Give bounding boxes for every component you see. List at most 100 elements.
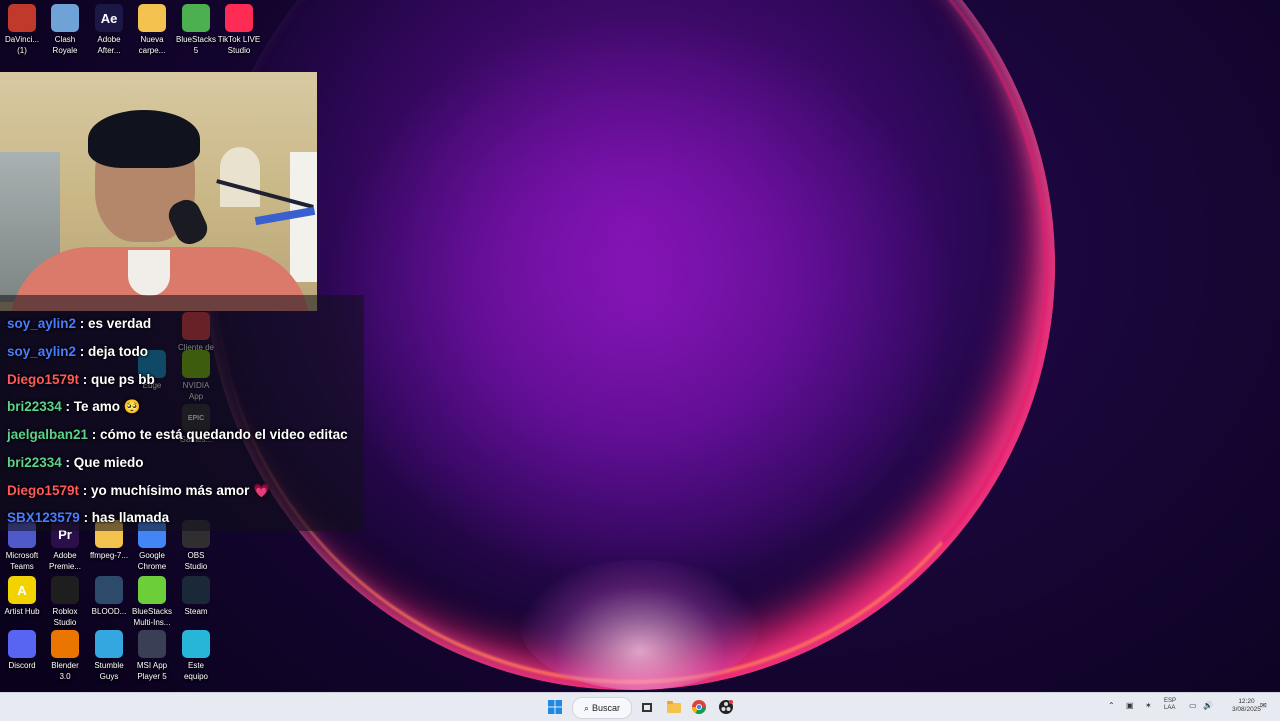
desktop-icon-label: DaVinci... (1)	[4, 35, 40, 55]
task-view-icon	[642, 702, 652, 712]
chat-text: : yo muchísimo más amor	[79, 483, 254, 498]
desktop-icon-label: Discord	[8, 661, 36, 670]
tray-notification-icon[interactable]: ✉	[1260, 701, 1267, 710]
desktop-icon[interactable]: DaVinci... (1)	[0, 4, 44, 56]
desktop-icon-label: TikTok LIVE Studio	[217, 35, 261, 55]
live-chat-overlay: soy_aylin2 : es verdad soy_aylin2 : deja…	[0, 295, 364, 531]
desktop-icon-label: Microsoft Teams	[5, 551, 39, 571]
stumble-guys-icon	[95, 630, 123, 658]
chat-username: soy_aylin2	[7, 316, 77, 331]
chat-text: : Que miedo	[61, 455, 144, 470]
bluestacks-icon	[182, 4, 210, 32]
chat-username: bri22334	[7, 399, 62, 414]
roblox-icon	[51, 576, 79, 604]
desktop-icon-label: Stumble Guys	[94, 661, 124, 681]
taskbar-clock[interactable]: 12:20 3/08/2025	[1232, 698, 1261, 714]
chat-message: jaelgalban21 : cómo te está quedando el …	[7, 427, 348, 442]
desktop-icon-label: BlueStacks 5	[175, 35, 217, 55]
chat-message: SBX123579 : has llamada	[7, 510, 169, 525]
desktop-icon[interactable]: A Artist Hub	[0, 576, 44, 617]
desktop-icon[interactable]: Roblox Studio	[43, 576, 87, 628]
chat-message: soy_aylin2 : es verdad	[7, 316, 151, 331]
artist-hub-icon: A	[8, 576, 36, 604]
blender-icon	[51, 630, 79, 658]
this-pc-icon	[182, 630, 210, 658]
folder-icon	[138, 4, 166, 32]
webcam-background-lamp	[220, 147, 260, 207]
taskbar-search-button[interactable]: ⌕ Buscar	[572, 697, 632, 719]
webcam-person-shirt	[128, 250, 170, 296]
desktop-icon-label: Google Chrome	[137, 551, 167, 571]
taskbar-chrome[interactable]	[691, 698, 707, 716]
chat-message: bri22334 : Que miedo	[7, 455, 144, 470]
desktop-icon[interactable]: Steam	[174, 576, 218, 617]
desktop-icon[interactable]: BlueStacks Multi-Ins...	[130, 576, 174, 628]
chat-message: bri22334 : Te amo 🥺	[7, 399, 141, 415]
desktop-icon[interactable]: Stumble Guys	[87, 630, 131, 682]
tray-language[interactable]: ESP LAA	[1164, 698, 1176, 712]
blood-game-icon	[95, 576, 123, 604]
davinci-icon	[8, 4, 36, 32]
desktop-icon-label: Clash Royale	[52, 35, 78, 55]
taskbar-file-explorer[interactable]	[666, 698, 682, 716]
chat-message: soy_aylin2 : deja todo	[7, 344, 148, 359]
start-button[interactable]	[546, 698, 564, 716]
tiktok-live-icon	[225, 4, 253, 32]
desktop-icon[interactable]: Discord	[0, 630, 44, 671]
chat-text: : es verdad	[76, 316, 152, 331]
chrome-icon	[692, 700, 706, 714]
chat-text: : que ps bb	[79, 372, 155, 387]
desktop-icon-label: Adobe After...	[97, 35, 121, 55]
tray-volume-icon[interactable]: 🔊	[1203, 701, 1213, 710]
taskbar: ⌕ Buscar ⌃ ▣ ✶ ESP LAA ▭ 🔊 12:20 3/08/20…	[0, 692, 1280, 721]
tray-bluetooth-icon[interactable]: ✶	[1145, 701, 1152, 710]
desktop-icon-label: Blender 3.0	[51, 661, 79, 681]
search-icon: ⌕	[583, 702, 590, 713]
tray-display-icon[interactable]: ▭	[1189, 701, 1197, 710]
chat-text: : Te amo 🥺	[61, 399, 141, 414]
wallpaper-glow	[520, 560, 760, 690]
webcam-person-hair	[88, 110, 200, 168]
desktop-icon-label: Adobe Premie...	[48, 551, 81, 571]
desktop-icon-label: Steam	[184, 607, 208, 616]
desktop-icon-label: Roblox Studio	[52, 607, 78, 627]
obs-icon	[719, 700, 733, 714]
clock-date: 3/08/2025	[1232, 706, 1261, 713]
webcam-overlay	[0, 72, 317, 311]
msi-app-player-icon	[138, 630, 166, 658]
desktop-icon-label: Nueva carpe...	[138, 35, 166, 55]
chat-username: bri22334	[7, 455, 62, 470]
desktop-icon[interactable]: Blender 3.0	[43, 630, 87, 682]
desktop-icon[interactable]: BLOOD...	[87, 576, 131, 617]
desktop-icon-label: BLOOD...	[91, 607, 127, 616]
desktop-icon[interactable]: BlueStacks 5	[174, 4, 218, 56]
chat-message: Diego1579t : que ps bb	[7, 372, 155, 387]
discord-icon	[8, 630, 36, 658]
desktop-icon-label: Artist Hub	[4, 607, 40, 616]
tray-network-app-icon[interactable]: ▣	[1126, 701, 1134, 710]
desktop-icon-label: MSI App Player 5	[136, 661, 168, 681]
chat-text: : deja todo	[76, 344, 149, 359]
chat-text: : has llamada	[79, 510, 170, 525]
after-effects-icon: Ae	[95, 4, 123, 32]
desktop-icon[interactable]: TikTok LIVE Studio	[217, 4, 261, 56]
desktop-icon[interactable]: Nueva carpe...	[130, 4, 174, 56]
heart-emoji-icon: 💗	[253, 483, 270, 498]
clash-royale-icon	[51, 4, 79, 32]
search-label: Buscar	[592, 703, 621, 713]
desktop-icon[interactable]: Clash Royale	[43, 4, 87, 56]
bluestacks-multi-icon	[138, 576, 166, 604]
chat-message: Diego1579t : yo muchísimo más amor 💗	[7, 483, 270, 499]
chat-username: jaelgalban21	[7, 427, 89, 442]
chat-username: soy_aylin2	[7, 344, 77, 359]
desktop-icon-label: ffmpeg-7...	[89, 551, 129, 560]
clock-time: 12:20	[1238, 698, 1255, 705]
chat-username: Diego1579t	[7, 483, 80, 498]
task-view-button[interactable]	[639, 698, 655, 716]
taskbar-obs[interactable]	[718, 698, 734, 716]
folder-icon	[667, 701, 681, 713]
desktop-icon[interactable]: MSI App Player 5	[130, 630, 174, 682]
desktop-icon[interactable]: Este equipo	[174, 630, 218, 682]
desktop-icon[interactable]: Ae Adobe After...	[87, 4, 131, 56]
tray-overflow-chevron-icon[interactable]: ⌃	[1108, 701, 1115, 710]
